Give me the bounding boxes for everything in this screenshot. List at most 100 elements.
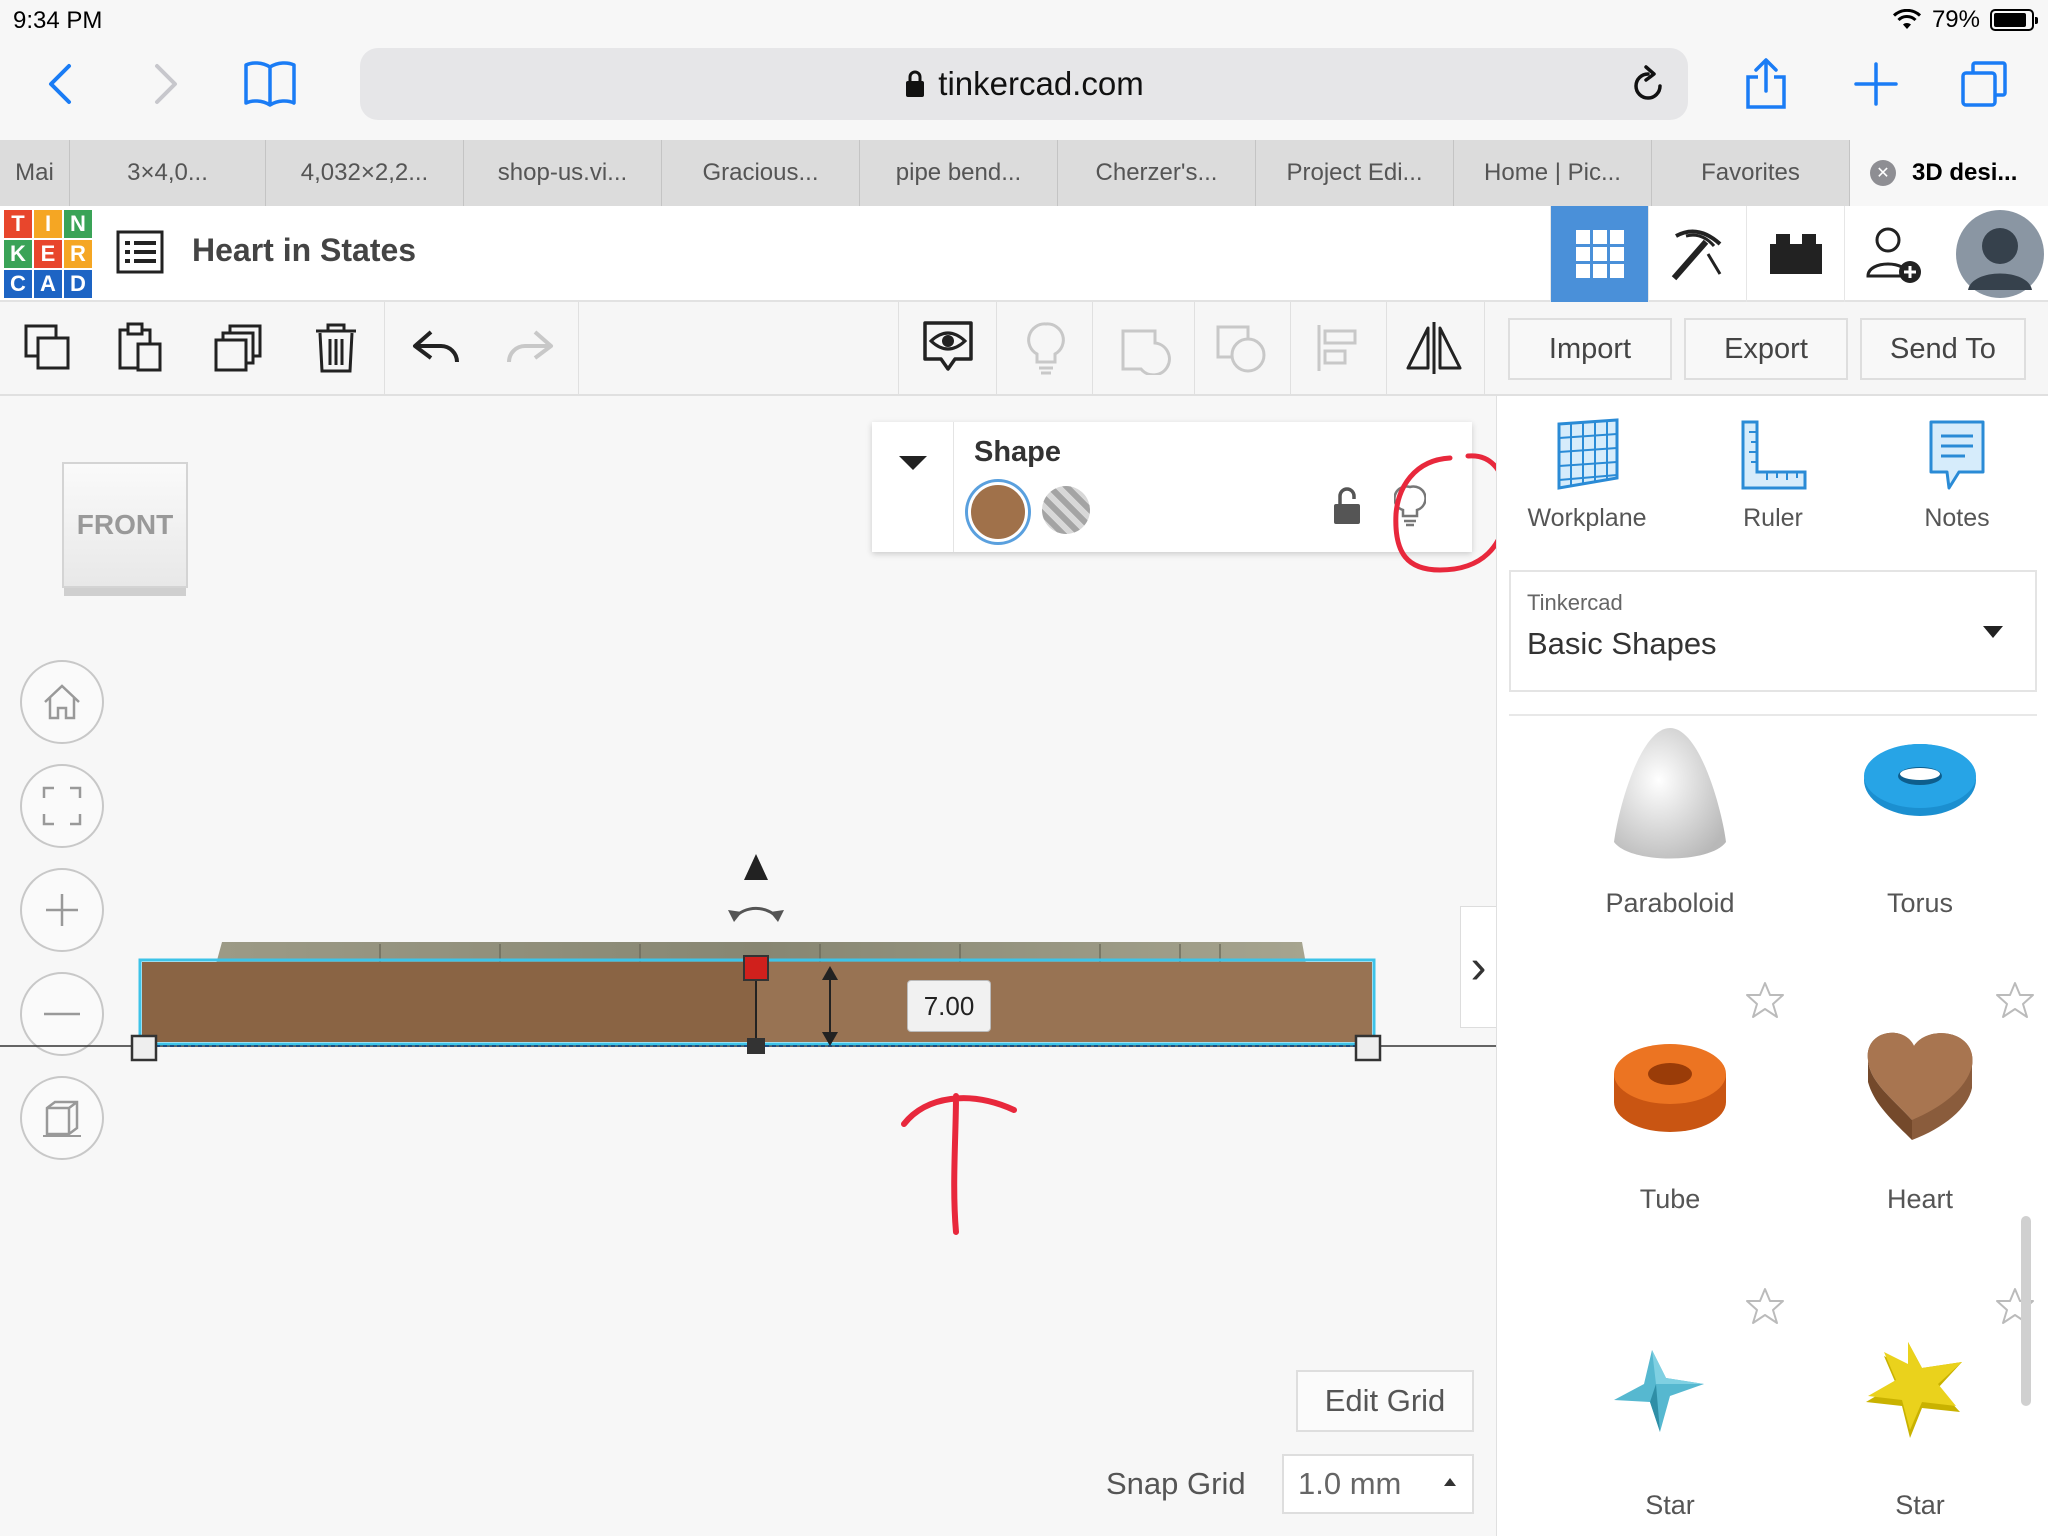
ungroup-button[interactable] — [1210, 316, 1274, 380]
panel-toggle-button[interactable]: › — [1460, 906, 1496, 1028]
annotation-circle — [1393, 453, 1496, 573]
close-tab-icon[interactable]: ✕ — [1870, 160, 1896, 186]
reload-icon[interactable] — [1630, 64, 1666, 104]
shape-tile-paraboloid[interactable]: Paraboloid — [1545, 720, 1795, 1020]
favorite-star-icon[interactable] — [1995, 980, 2035, 1020]
grid-icon — [1575, 230, 1624, 278]
ruler-button[interactable]: Ruler — [1683, 418, 1863, 548]
corner-handle-right[interactable] — [1354, 1034, 1382, 1062]
corner-handle-left[interactable] — [130, 1034, 158, 1062]
browser-tab[interactable]: Home | Pic... — [1454, 140, 1652, 206]
height-dimension-value[interactable]: 7.00 — [907, 980, 991, 1032]
invite-user-button[interactable] — [1844, 206, 1942, 302]
trash-icon — [316, 323, 356, 373]
notes-button[interactable]: Notes — [1867, 418, 2047, 548]
undo-icon — [413, 330, 459, 363]
share-button[interactable] — [1736, 54, 1796, 114]
hole-swatch[interactable] — [1042, 486, 1090, 534]
align-icon — [1317, 325, 1357, 371]
group-button[interactable] — [1114, 316, 1178, 380]
bricks-view-button[interactable] — [1746, 206, 1844, 302]
shape-category-dropdown[interactable]: Tinkercad Basic Shapes — [1509, 570, 2037, 692]
book-icon — [244, 61, 296, 107]
paste-icon — [118, 322, 162, 372]
browser-tab[interactable]: Cherzer's... — [1058, 140, 1256, 206]
mirror-button[interactable] — [1402, 316, 1466, 380]
solid-color-swatch[interactable] — [968, 482, 1028, 542]
delete-button[interactable] — [304, 316, 368, 380]
shape-inspector: Shape — [872, 422, 1496, 573]
shape-tile-heart[interactable]: Heart — [1795, 980, 2045, 1280]
tinkercad-logo[interactable]: T I N K E R C A D — [4, 210, 92, 298]
url-bar[interactable]: tinkercad.com — [360, 48, 1688, 120]
star-shape-icon — [1614, 1350, 1704, 1432]
back-button[interactable] — [30, 54, 90, 114]
new-tab-button[interactable] — [1846, 54, 1906, 114]
show-all-button[interactable] — [916, 316, 980, 380]
edit-grid-button[interactable]: Edit Grid — [1296, 1370, 1474, 1432]
export-button[interactable]: Export — [1684, 318, 1848, 380]
tabs-overview-button[interactable] — [1954, 54, 2014, 114]
browser-tab[interactable]: Project Edi... — [1256, 140, 1454, 206]
center-handle[interactable] — [747, 1038, 765, 1054]
send-to-button[interactable]: Send To — [1860, 318, 2026, 380]
snap-grid-select[interactable]: 1.0 mm — [1282, 1454, 1474, 1514]
paraboloid-icon — [1614, 728, 1726, 859]
workplane-button[interactable]: Workplane — [1497, 418, 1677, 548]
duplicate-icon — [214, 324, 262, 372]
ungroup-icon — [1216, 325, 1266, 373]
bookmarks-button[interactable] — [240, 54, 300, 114]
design-title[interactable]: Heart in States — [192, 232, 416, 269]
workplane-canvas[interactable]: FRONT 7.00 Shape › Edit Grid Snap Grid 1… — [0, 396, 1496, 1536]
lock-icon — [906, 70, 925, 97]
favorite-star-icon[interactable] — [1745, 1286, 1785, 1326]
move-up-arrow-icon[interactable] — [744, 854, 768, 880]
inspector-title: Shape — [974, 436, 1062, 468]
ruler-icon — [1741, 420, 1807, 490]
undo-button[interactable] — [404, 316, 468, 380]
lock-toggle[interactable] — [1332, 486, 1362, 531]
forward-button[interactable] — [136, 54, 196, 114]
paste-button[interactable] — [108, 316, 172, 380]
duplicate-button[interactable] — [206, 316, 270, 380]
align-button[interactable] — [1306, 316, 1370, 380]
share-icon — [1746, 58, 1786, 109]
browser-tab[interactable]: shop-us.vi... — [464, 140, 662, 206]
browser-tab[interactable]: 4,032×2,2... — [266, 140, 464, 206]
shape-provider: Tinkercad — [1527, 590, 1623, 615]
shape-tile-star-blue[interactable]: Star — [1545, 1286, 1795, 1536]
bulb-icon — [1027, 322, 1065, 375]
import-button[interactable]: Import — [1508, 318, 1672, 380]
brick-icon — [1769, 234, 1822, 274]
browser-tab[interactable]: Mai — [0, 140, 70, 206]
minecraft-view-button[interactable] — [1648, 206, 1746, 302]
3d-view-button[interactable] — [1550, 206, 1648, 302]
workplane-grid-icon — [1557, 418, 1619, 490]
browser-tab[interactable]: Favorites — [1652, 140, 1850, 206]
tube-icon — [1614, 1044, 1726, 1132]
chevron-left-icon — [49, 64, 71, 104]
shape-tile-star-yellow[interactable]: Star — [1795, 1286, 2045, 1536]
group-icon — [1121, 329, 1171, 375]
chevron-right-icon: › — [1470, 940, 1487, 994]
hide-button[interactable] — [1014, 316, 1078, 380]
browser-tab-active[interactable]: ✕ 3D desi... — [1850, 140, 2048, 206]
profile-avatar-icon — [1956, 210, 2044, 298]
shape-tile-torus[interactable]: Torus — [1795, 720, 2045, 1020]
favorite-star-icon[interactable] — [1745, 980, 1785, 1020]
design-list-button[interactable] — [116, 230, 164, 279]
app-header: T I N K E R C A D Heart in States — [0, 206, 2048, 302]
avatar[interactable] — [1952, 206, 2048, 302]
browser-tab[interactable]: 3×4,0... — [70, 140, 266, 206]
inspector-collapse-button[interactable] — [872, 422, 954, 552]
shape-tile-tube[interactable]: Tube — [1545, 980, 1795, 1280]
copy-button[interactable] — [16, 316, 80, 380]
browser-tab[interactable]: pipe bend... — [860, 140, 1058, 206]
browser-tab[interactable]: Gracious... — [662, 140, 860, 206]
height-handle[interactable] — [743, 955, 769, 981]
pickaxe-icon — [1671, 229, 1721, 281]
panel-scrollbar[interactable] — [2021, 1216, 2031, 1406]
redo-button[interactable] — [498, 316, 562, 380]
shape-category: Basic Shapes — [1527, 626, 1717, 661]
plus-icon — [1854, 62, 1898, 106]
